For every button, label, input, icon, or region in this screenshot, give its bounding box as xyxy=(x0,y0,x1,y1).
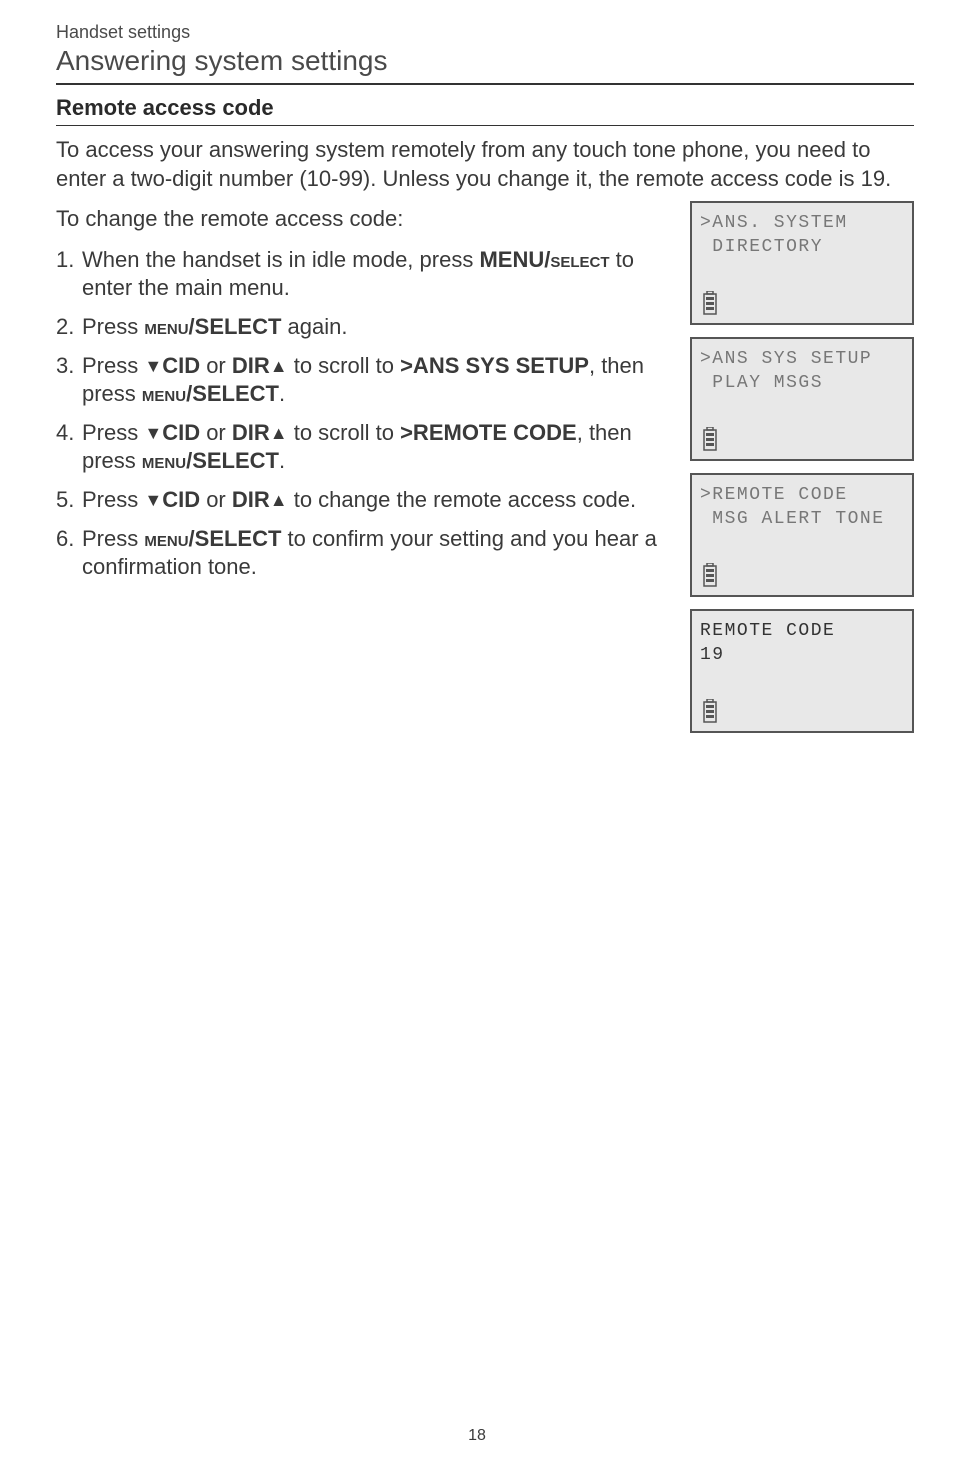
select-label: /SELECT xyxy=(186,381,279,406)
step-6: 6. Press menu/SELECT to confirm your set… xyxy=(56,525,668,582)
lead-paragraph: To change the remote access code: xyxy=(56,205,668,234)
header-rule xyxy=(56,83,914,85)
step-text: again. xyxy=(281,314,347,339)
dir-label: DIR xyxy=(232,420,270,445)
battery-icon xyxy=(702,699,718,723)
select-label: /SELECT xyxy=(189,526,282,551)
step-3: 3. Press ▼CID or DIR▲ to scroll to >ANS … xyxy=(56,352,668,409)
cid-label: CID xyxy=(162,487,200,512)
select-label: /SELECT xyxy=(186,448,279,473)
screens-column: >ANS. SYSTEM DIRECTORY >ANS SYS SETUP PL… xyxy=(690,201,914,745)
down-triangle-icon: ▼ xyxy=(144,490,162,510)
step-text: Press xyxy=(82,526,144,551)
lcd-line: >ANS SYS SETUP xyxy=(700,347,904,371)
step-text: Press xyxy=(82,487,144,512)
step-number: 1. xyxy=(56,246,74,275)
up-triangle-icon: ▲ xyxy=(270,490,288,510)
step-2: 2. Press menu/SELECT again. xyxy=(56,313,668,342)
lcd-screen-4: REMOTE CODE 19 xyxy=(690,609,914,733)
target-label: >ANS SYS SETUP xyxy=(400,353,589,378)
step-text: to scroll to xyxy=(288,353,400,378)
menu-label: menu xyxy=(142,381,186,406)
step-text: or xyxy=(200,487,232,512)
section-title: Remote access code xyxy=(56,95,914,121)
target-label: >REMOTE CODE xyxy=(400,420,577,445)
step-number: 5. xyxy=(56,486,74,515)
step-text: When the handset is in idle mode, press xyxy=(82,247,479,272)
header-large: Answering system settings xyxy=(56,45,914,77)
lcd-line: MSG ALERT TONE xyxy=(700,507,904,531)
cid-label: CID xyxy=(162,420,200,445)
select-label: select xyxy=(550,247,609,272)
step-number: 4. xyxy=(56,419,74,448)
menu-label: menu xyxy=(142,448,186,473)
lcd-line: >REMOTE CODE xyxy=(700,483,904,507)
lcd-line: >ANS. SYSTEM xyxy=(700,211,904,235)
menu-label: MENU/ xyxy=(479,247,550,272)
menu-label: menu xyxy=(144,526,188,551)
step-text: to scroll to xyxy=(288,420,400,445)
step-text: Press xyxy=(82,353,144,378)
step-text: to change the remote access code. xyxy=(288,487,637,512)
lcd-line: DIRECTORY xyxy=(700,235,904,259)
down-triangle-icon: ▼ xyxy=(144,423,162,443)
steps-list: 1. When the handset is in idle mode, pre… xyxy=(56,246,668,582)
down-triangle-icon: ▼ xyxy=(144,356,162,376)
lcd-screen-1: >ANS. SYSTEM DIRECTORY xyxy=(690,201,914,325)
step-text: Press xyxy=(82,420,144,445)
lcd-line: PLAY MSGS xyxy=(700,371,904,395)
step-text: Press xyxy=(82,314,144,339)
step-text: or xyxy=(200,353,232,378)
intro-paragraph: To access your answering system remotely… xyxy=(56,136,914,193)
lcd-line: REMOTE CODE xyxy=(700,619,904,643)
step-4: 4. Press ▼CID or DIR▲ to scroll to >REMO… xyxy=(56,419,668,476)
dir-label: DIR xyxy=(232,353,270,378)
page-number: 18 xyxy=(0,1427,954,1445)
battery-icon xyxy=(702,291,718,315)
content-row: To change the remote access code: 1. Whe… xyxy=(56,205,914,745)
lcd-screen-2: >ANS SYS SETUP PLAY MSGS xyxy=(690,337,914,461)
up-triangle-icon: ▲ xyxy=(270,423,288,443)
battery-icon xyxy=(702,427,718,451)
step-text: . xyxy=(279,381,285,406)
step-5: 5. Press ▼CID or DIR▲ to change the remo… xyxy=(56,486,668,515)
step-1: 1. When the handset is in idle mode, pre… xyxy=(56,246,668,303)
dir-label: DIR xyxy=(232,487,270,512)
section-rule xyxy=(56,125,914,126)
up-triangle-icon: ▲ xyxy=(270,356,288,376)
header-small: Handset settings xyxy=(56,22,914,43)
select-label: /SELECT xyxy=(189,314,282,339)
cid-label: CID xyxy=(162,353,200,378)
text-column: To change the remote access code: 1. Whe… xyxy=(56,205,668,592)
menu-label: menu xyxy=(144,314,188,339)
step-number: 2. xyxy=(56,313,74,342)
battery-icon xyxy=(702,563,718,587)
lcd-screen-3: >REMOTE CODE MSG ALERT TONE xyxy=(690,473,914,597)
lcd-line: 19 xyxy=(700,643,904,667)
step-number: 3. xyxy=(56,352,74,381)
step-text: or xyxy=(200,420,232,445)
step-text: . xyxy=(279,448,285,473)
step-number: 6. xyxy=(56,525,74,554)
